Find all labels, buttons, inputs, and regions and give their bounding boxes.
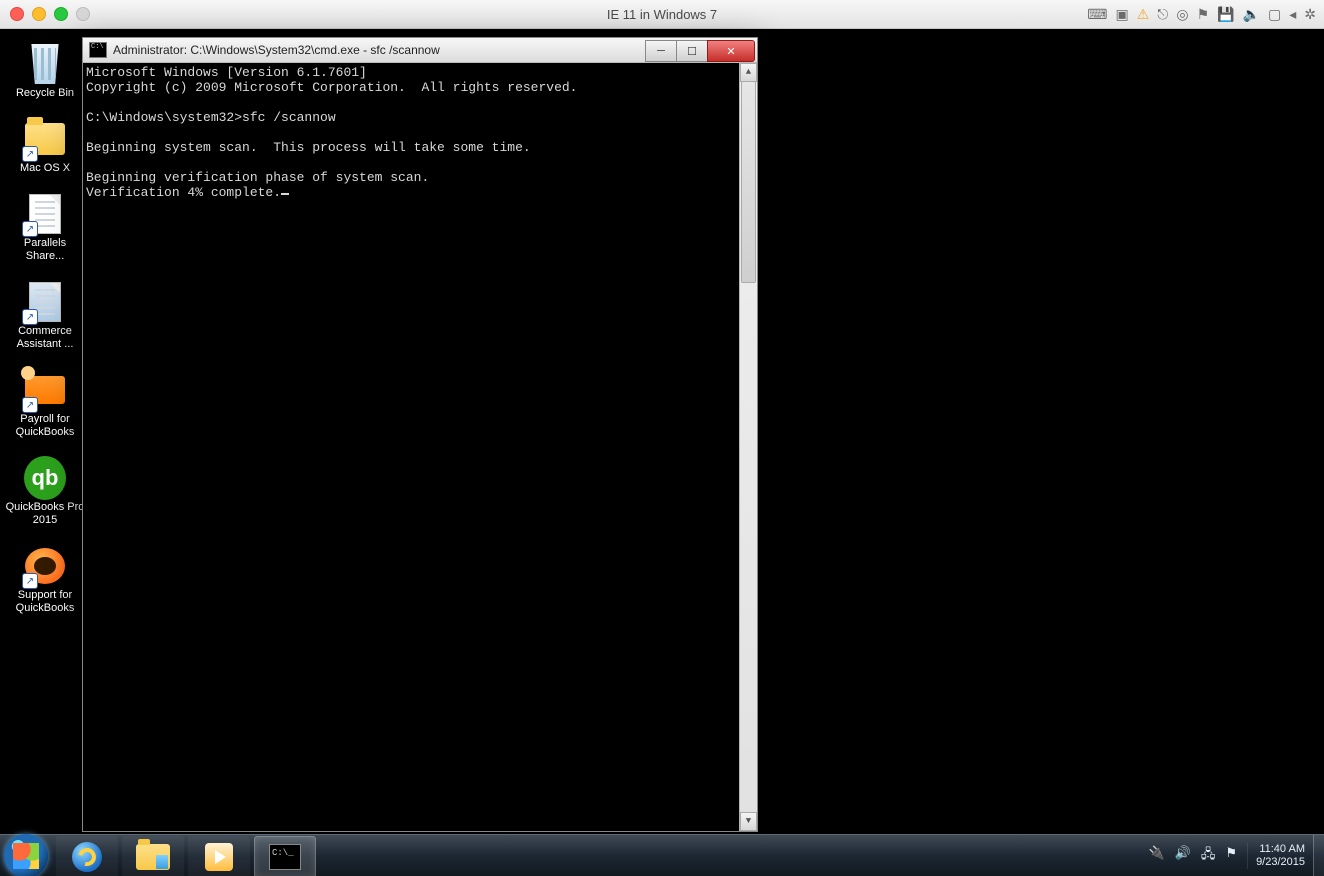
shortcut-arrow-icon: ↗ — [22, 221, 38, 237]
mac-close-button[interactable] — [10, 7, 24, 21]
desktop-icon-label: Mac OS X — [20, 162, 70, 175]
desktop-icon-quickbooks-pro[interactable]: qb QuickBooks Pro 2015 — [5, 457, 85, 527]
cmd-title-icon — [89, 42, 107, 58]
desktop-icon-label: Parallels Share... — [5, 237, 85, 263]
trash-icon — [28, 44, 62, 84]
taskbar-item-explorer[interactable] — [122, 836, 184, 876]
gear-icon[interactable]: ✲ — [1304, 7, 1316, 21]
floppy-icon[interactable]: 💾 — [1217, 7, 1234, 21]
desktop-icon-support-quickbooks[interactable]: ↗ Support for QuickBooks — [5, 545, 85, 615]
sound-icon[interactable]: 🔈 — [1243, 7, 1260, 21]
taskbar-item-ie[interactable] — [56, 836, 118, 876]
usb-icon[interactable]: ⎋ — [1157, 7, 1168, 21]
warning-icon[interactable]: ⚠ — [1137, 7, 1150, 21]
cmd-scrollbar[interactable]: ▲ ▼ — [739, 63, 757, 831]
mac-titlebar: IE 11 in Windows 7 ⌨ ▣ ⚠ ⎋ ◎ ⚑ 💾 🔈 ▢ ◂ ✲ — [0, 0, 1324, 29]
shortcut-arrow-icon: ↗ — [22, 573, 38, 589]
win7-desktop[interactable]: Recycle Bin ↗ Mac OS X ↗ Parallels Share… — [0, 29, 1324, 876]
parallels-toolbar-icons: ⌨ ▣ ⚠ ⎋ ◎ ⚑ 💾 🔈 ▢ ◂ ✲ — [1087, 7, 1316, 21]
start-button[interactable] — [4, 834, 48, 876]
cmd-output[interactable]: Microsoft Windows [Version 6.1.7601] Cop… — [83, 63, 739, 831]
taskbar-item-wmp[interactable] — [188, 836, 250, 876]
cmd-body[interactable]: Microsoft Windows [Version 6.1.7601] Cop… — [83, 63, 757, 831]
desktop-icon-parallels-share[interactable]: ↗ Parallels Share... — [5, 193, 85, 263]
desktop-icon-label: Recycle Bin — [16, 87, 74, 100]
quickbooks-icon: qb — [24, 456, 66, 500]
shortcut-arrow-icon: ↗ — [22, 397, 38, 413]
cmd-window[interactable]: Administrator: C:\Windows\System32\cmd.e… — [82, 37, 758, 832]
keyboard-icon[interactable]: ⌨ — [1087, 7, 1107, 21]
mac-zoom-button[interactable] — [54, 7, 68, 21]
desktop-icon-label: QuickBooks Pro 2015 — [5, 501, 85, 527]
cmd-icon — [269, 844, 301, 870]
desktop-icon-label: Payroll for QuickBooks — [5, 413, 85, 439]
network-icon[interactable]: 🖧 — [1201, 845, 1216, 867]
desktop-icon-label: Support for QuickBooks — [5, 589, 85, 615]
mac-spare-button — [76, 7, 90, 21]
file-explorer-icon — [136, 844, 170, 870]
scroll-thumb[interactable] — [741, 81, 756, 283]
desktop-icon-label: Commerce Assistant ... — [5, 325, 85, 351]
clipboard-icon[interactable]: ⚑ — [1197, 7, 1210, 21]
maximize-button[interactable]: ☐ — [676, 40, 708, 62]
desktop-icon-payroll-quickbooks[interactable]: ↗ Payroll for QuickBooks — [5, 369, 85, 439]
scroll-up-button[interactable]: ▲ — [740, 63, 757, 82]
desktop-icon-recycle-bin[interactable]: Recycle Bin — [5, 43, 85, 100]
desktop-icon-commerce-assistant[interactable]: ↗ Commerce Assistant ... — [5, 281, 85, 351]
minimize-button[interactable]: ─ — [645, 40, 677, 62]
text-cursor — [281, 193, 289, 195]
taskbar-pinned-apps — [56, 835, 316, 876]
cmd-window-buttons: ─ ☐ ✕ — [646, 40, 755, 60]
show-desktop-button[interactable] — [1313, 835, 1324, 876]
cd-icon[interactable]: ◎ — [1176, 7, 1188, 21]
media-player-icon — [205, 843, 233, 871]
mac-minimize-button[interactable] — [32, 7, 46, 21]
traffic-lights — [10, 7, 90, 21]
cmd-titlebar[interactable]: Administrator: C:\Windows\System32\cmd.e… — [83, 38, 757, 63]
system-tray: 🔌 🔊 🖧 ⚑ 11:40 AM 9/23/2015 — [1149, 835, 1324, 876]
internet-explorer-icon — [72, 842, 102, 872]
shortcut-arrow-icon: ↗ — [22, 146, 38, 162]
collapse-icon[interactable]: ◂ — [1289, 7, 1296, 21]
desktop-icons: Recycle Bin ↗ Mac OS X ↗ Parallels Share… — [4, 43, 86, 615]
tray-date-value: 9/23/2015 — [1256, 856, 1305, 869]
sound-icon[interactable]: 🔊 — [1175, 845, 1191, 867]
desktop-icon-mac-os-x[interactable]: ↗ Mac OS X — [5, 118, 85, 175]
shortcut-arrow-icon: ↗ — [22, 309, 38, 325]
tray-icons: 🔌 🔊 🖧 ⚑ — [1149, 845, 1248, 867]
display-icon[interactable]: ▢ — [1268, 7, 1281, 21]
vm-window-title: IE 11 in Windows 7 — [607, 7, 717, 22]
close-button[interactable]: ✕ — [707, 40, 755, 62]
tray-time-value: 11:40 AM — [1256, 843, 1305, 856]
cmd-window-title: Administrator: C:\Windows\System32\cmd.e… — [113, 43, 646, 57]
pip-icon[interactable]: ▣ — [1115, 7, 1128, 21]
power-icon[interactable]: 🔌 — [1149, 845, 1165, 867]
tray-clock[interactable]: 11:40 AM 9/23/2015 — [1247, 843, 1313, 869]
action-center-icon[interactable]: ⚑ — [1225, 845, 1237, 867]
scroll-down-button[interactable]: ▼ — [740, 812, 757, 831]
taskbar-item-cmd[interactable] — [254, 836, 316, 876]
win7-taskbar: 🔌 🔊 🖧 ⚑ 11:40 AM 9/23/2015 — [0, 834, 1324, 876]
